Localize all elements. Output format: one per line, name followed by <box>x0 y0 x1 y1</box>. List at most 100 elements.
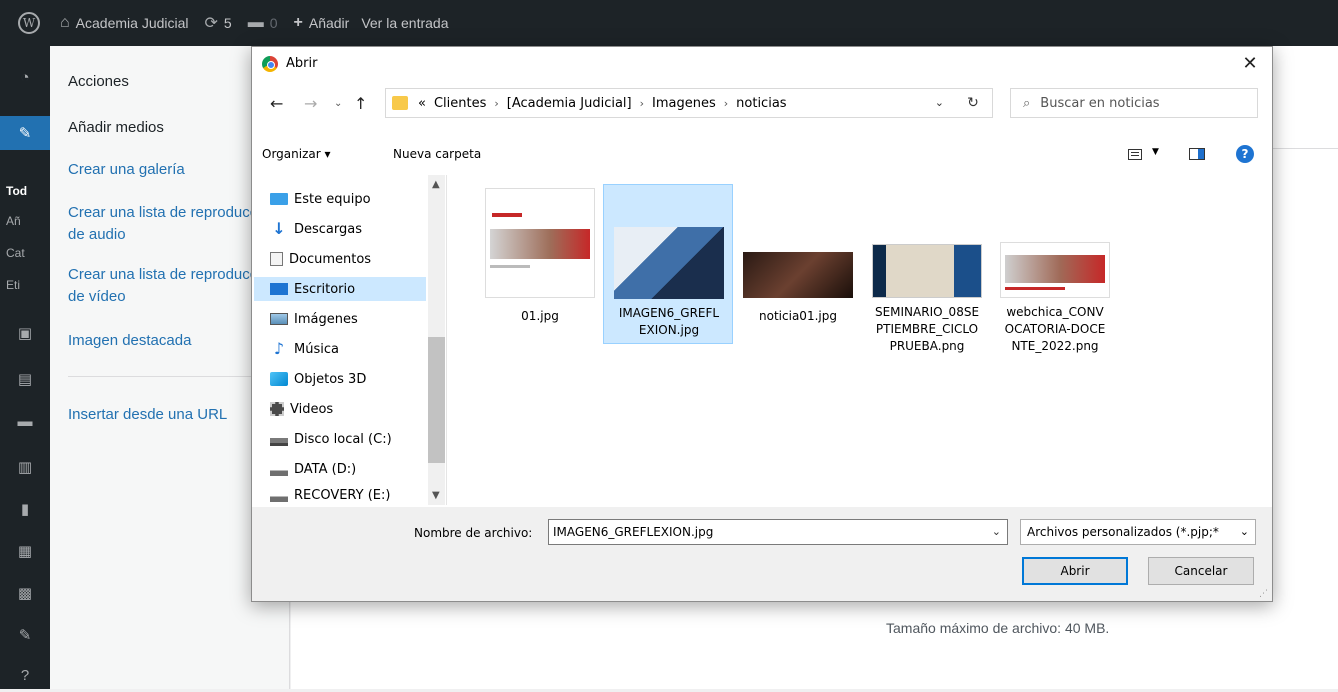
tree-item-este-equipo[interactable]: Este equipo <box>270 187 424 211</box>
tree-item-objetos-3d[interactable]: Objetos 3D <box>270 367 424 391</box>
file-thumbnail <box>743 252 853 298</box>
view-entry-label: Ver la entrada <box>361 15 449 31</box>
tree-item-label: Descargas <box>294 221 363 237</box>
help-icon[interactable]: ? <box>1236 145 1254 163</box>
menu-sub-categories[interactable]: Cat <box>6 246 25 260</box>
address-overflow[interactable]: « <box>418 96 426 111</box>
pin-menu-icon[interactable]: ✎ <box>0 618 50 652</box>
download-icon: ↓ <box>272 219 286 238</box>
comments-link[interactable]: ▬ 0 <box>248 0 278 46</box>
3d-objects-icon <box>270 372 288 386</box>
file-thumbnail <box>614 227 724 299</box>
plugin-menu-icon[interactable]: ▥ <box>0 450 50 484</box>
chrome-icon <box>262 56 278 72</box>
tree-item-descargas[interactable]: ↓ Descargas <box>270 217 424 241</box>
menu-sub-tags[interactable]: Eti <box>6 278 20 292</box>
events-menu-icon[interactable]: ▩ <box>0 576 50 610</box>
admin-bar: W ⌂ Academia Judicial ⟳ 5 ▬ 0 + Añadir V… <box>0 0 1338 46</box>
site-name-link[interactable]: ⌂ Academia Judicial <box>60 0 189 46</box>
scroll-up-icon[interactable]: ▲ <box>432 179 440 190</box>
tree-item-musica[interactable]: ♪ Música <box>270 337 424 361</box>
address-bar[interactable]: « Clientes › [Academia Judicial] › Image… <box>385 88 993 118</box>
back-arrow-icon[interactable]: ← <box>270 94 283 113</box>
organize-menu[interactable]: Organizar ▾ <box>262 147 331 161</box>
menu-sub-all-posts[interactable]: Tod <box>6 184 27 198</box>
computer-icon <box>270 193 288 205</box>
file-name: webchica_CONV OCATORIA-DOCE NTE_2022.png <box>992 304 1118 355</box>
trash-menu-icon[interactable]: ▮ <box>0 492 50 526</box>
pages-menu-icon[interactable]: ▤ <box>0 362 50 396</box>
documents-icon <box>270 252 283 266</box>
media-menu-icon[interactable]: ▣ <box>0 316 50 350</box>
tree-item-label: Este equipo <box>294 191 371 207</box>
scroll-down-icon[interactable]: ▼ <box>432 490 440 501</box>
tree-item-videos[interactable]: Videos <box>270 397 424 421</box>
file-item[interactable]: SEMINARIO_08SE PTIEMBRE_CICLO PRUEBA.png <box>862 184 992 353</box>
add-new-link[interactable]: + Añadir <box>294 0 350 46</box>
view-options-chevron-icon[interactable]: ▼ <box>1152 147 1159 157</box>
music-icon: ♪ <box>273 339 285 358</box>
file-name-line: IMAGEN6_GREFL <box>618 306 720 320</box>
breadcrumb-clientes[interactable]: Clientes <box>434 96 486 111</box>
desktop-icon <box>270 283 288 295</box>
breadcrumb-academia-judicial[interactable]: [Academia Judicial] <box>507 96 632 111</box>
tree-item-imagenes[interactable]: Imágenes <box>270 307 424 331</box>
filetype-select[interactable]: Archivos personalizados (*.pjp;* ⌄ <box>1020 519 1256 545</box>
scroll-thumb[interactable] <box>428 337 445 463</box>
file-item-selected[interactable]: IMAGEN6_GREFL EXION.jpg <box>603 184 733 344</box>
cancel-button[interactable]: Cancelar <box>1148 557 1254 585</box>
pictures-icon <box>270 313 288 325</box>
updates-count: 5 <box>223 15 232 31</box>
file-name: 01.jpg <box>521 309 559 323</box>
file-item[interactable]: noticia01.jpg <box>733 184 863 344</box>
calendar-menu-icon[interactable]: ▦ <box>0 534 50 568</box>
up-arrow-icon[interactable]: ↑ <box>354 94 367 113</box>
dashboard-icon[interactable]: ◔ <box>0 60 50 94</box>
tree-item-disco-local-c[interactable]: Disco local (C:) <box>270 427 424 451</box>
change-view-icon[interactable] <box>1128 149 1142 160</box>
preview-pane-icon[interactable] <box>1189 148 1205 160</box>
wordpress-logo-icon[interactable]: W <box>18 12 40 34</box>
breadcrumb-noticias[interactable]: noticias <box>736 96 786 111</box>
file-thumbnail <box>1000 242 1110 298</box>
sidebar-divider <box>68 376 278 377</box>
refresh-icon[interactable]: ↻ <box>958 88 988 118</box>
updates-link[interactable]: ⟳ 5 <box>205 0 232 46</box>
search-box[interactable]: ⌕ Buscar en noticias <box>1010 88 1258 118</box>
dialog-titlebar[interactable]: Abrir ✕ <box>252 47 1272 81</box>
tree-item-data-d[interactable]: DATA (D:) <box>270 457 424 481</box>
view-entry-link[interactable]: Ver la entrada <box>361 0 448 46</box>
file-thumbnail <box>485 188 595 298</box>
file-name: SEMINARIO_08SE PTIEMBRE_CICLO PRUEBA.png <box>864 304 990 355</box>
file-item[interactable]: 01.jpg <box>475 184 605 344</box>
tree-item-escritorio[interactable]: Escritorio <box>254 277 426 301</box>
file-name-line: OCATORIA-DOCE <box>1004 322 1106 336</box>
filename-dropdown-icon[interactable]: ⌄ <box>992 525 1001 538</box>
close-button[interactable]: ✕ <box>1228 47 1272 79</box>
plus-icon: + <box>293 14 303 31</box>
filetype-dropdown-icon[interactable]: ⌄ <box>1236 525 1249 538</box>
file-name-line: EXION.jpg <box>638 323 700 337</box>
actions-heading: Acciones <box>68 73 129 90</box>
help-menu-icon[interactable]: ? <box>0 658 50 692</box>
file-name-line: webchica_CONV <box>1006 305 1104 319</box>
videos-icon <box>270 402 284 416</box>
file-name-line: NTE_2022.png <box>1011 339 1099 353</box>
file-item[interactable]: webchica_CONV OCATORIA-DOCE NTE_2022.png <box>990 184 1120 353</box>
breadcrumb-imagenes[interactable]: Imagenes <box>652 96 716 111</box>
drive-icon <box>270 462 288 476</box>
navigation-scrollbar[interactable]: ▲ ▼ <box>428 175 445 505</box>
forward-arrow-icon[interactable]: → <box>304 94 317 113</box>
menu-sub-add[interactable]: Añ <box>6 214 21 228</box>
comments-menu-icon[interactable]: ▬ <box>0 404 50 438</box>
address-dropdown-icon[interactable]: ⌄ <box>935 96 944 109</box>
tree-item-documentos[interactable]: Documentos <box>270 247 424 271</box>
open-button[interactable]: Abrir <box>1022 557 1128 585</box>
recent-locations-chevron-icon[interactable]: ⌄ <box>334 98 342 109</box>
filename-input[interactable]: IMAGEN6_GREFLEXION.jpg ⌄ <box>548 519 1008 545</box>
new-folder-button[interactable]: Nueva carpeta <box>393 147 481 161</box>
add-media-tab[interactable]: Añadir medios <box>68 119 164 136</box>
posts-menu-icon[interactable]: ✎ <box>0 116 50 150</box>
resize-grip-icon[interactable]: ⋰ <box>1259 589 1268 599</box>
tree-item-recovery-e[interactable]: RECOVERY (E:) <box>270 483 424 507</box>
